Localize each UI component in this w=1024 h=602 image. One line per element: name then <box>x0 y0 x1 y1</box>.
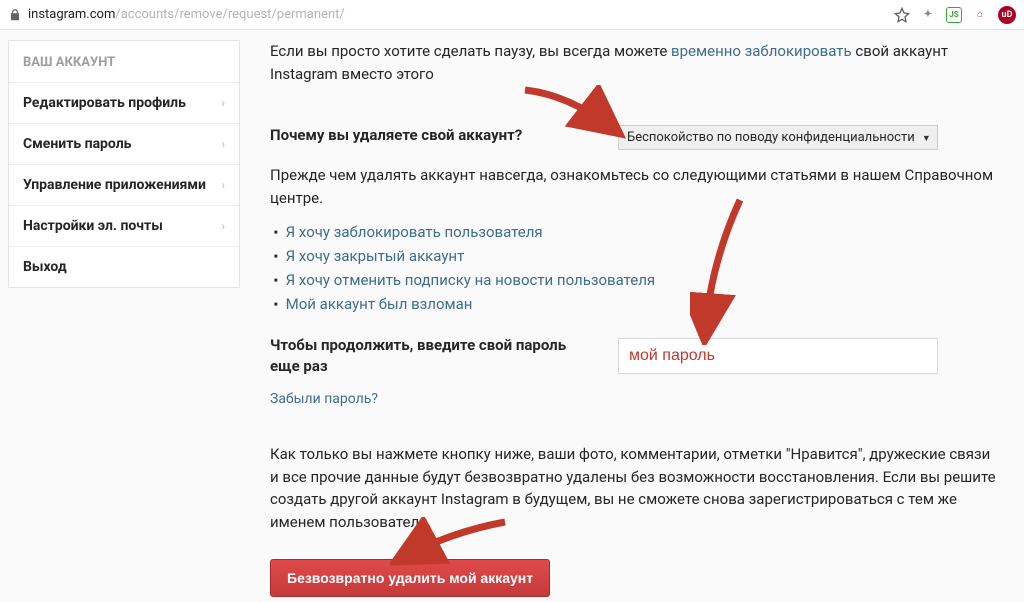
help-link-item: Мой аккаунт был взломан <box>274 295 996 313</box>
extension-home-icon[interactable]: ⌂ <box>972 7 988 23</box>
chevron-right-icon: › <box>221 219 225 233</box>
help-link-unfollow[interactable]: Я хочу отменить подписку на новости поль… <box>286 271 656 289</box>
sidebar-header: ВАШ АККАУНТ <box>9 41 239 83</box>
url-path: /accounts/remove/request/permanent/ <box>115 7 344 22</box>
lock-icon <box>8 8 22 22</box>
help-link-hacked[interactable]: Мой аккаунт был взломан <box>286 295 473 313</box>
chevron-right-icon: › <box>221 137 225 151</box>
extension-plus-icon[interactable]: ✦ <box>920 7 936 23</box>
chevron-right-icon: › <box>221 96 225 110</box>
sidebar-item-change-password[interactable]: Сменить пароль › <box>9 124 239 165</box>
help-link-block-user[interactable]: Я хочу заблокировать пользователя <box>286 223 543 241</box>
reason-selected-value: Беспокойство по поводу конфиденциальност… <box>627 130 915 145</box>
help-link-item: Я хочу заблокировать пользователя <box>274 223 996 241</box>
help-links-list: Я хочу заблокировать пользователя Я хочу… <box>270 223 996 313</box>
bookmark-star-icon[interactable] <box>894 7 910 23</box>
extension-ublock-icon[interactable]: uD <box>998 6 1016 24</box>
extension-js-icon[interactable]: JS <box>946 7 962 23</box>
intro-text: Если вы просто хотите сделать паузу, вы … <box>270 40 996 85</box>
help-link-private-account[interactable]: Я хочу закрытый аккаунт <box>286 247 465 265</box>
warning-text: Как только вы нажмете кнопку ниже, ваши … <box>270 443 996 533</box>
pre-delete-text: Прежде чем удалять аккаунт навсегда, озн… <box>270 164 996 209</box>
reason-select[interactable]: Беспокойство по поводу конфиденциальност… <box>618 125 938 150</box>
password-label: Чтобы продолжить, введите свой пароль ещ… <box>270 335 590 377</box>
sidebar-item-label: Выход <box>23 259 67 275</box>
sidebar-item-label: Редактировать профиль <box>23 95 186 111</box>
page-body: ВАШ АККАУНТ Редактировать профиль › Смен… <box>0 30 1024 602</box>
sidebar-item-logout[interactable]: Выход <box>9 247 239 287</box>
url-display[interactable]: instagram.com/accounts/remove/request/pe… <box>28 7 888 22</box>
account-sidebar: ВАШ АККАУНТ Редактировать профиль › Смен… <box>8 40 240 288</box>
sidebar-item-label: Сменить пароль <box>23 136 132 152</box>
help-link-item: Я хочу закрытый аккаунт <box>274 247 996 265</box>
browser-address-bar: instagram.com/accounts/remove/request/pe… <box>0 0 1024 30</box>
help-link-item: Я хочу отменить подписку на новости поль… <box>274 271 996 289</box>
reason-label: Почему вы удаляете свой аккаунт? <box>270 125 590 146</box>
delete-account-button[interactable]: Безвозвратно удалить мой аккаунт <box>270 559 550 597</box>
sidebar-item-edit-profile[interactable]: Редактировать профиль › <box>9 83 239 124</box>
intro-pre: Если вы просто хотите сделать паузу, вы … <box>270 42 671 60</box>
main-content: Если вы просто хотите сделать паузу, вы … <box>270 40 1016 602</box>
browser-action-icons: ✦ JS ⌂ uD <box>894 6 1016 24</box>
sidebar-item-email-settings[interactable]: Настройки эл. почты › <box>9 206 239 247</box>
reason-row: Почему вы удаляете свой аккаунт? Беспоко… <box>270 125 996 150</box>
password-input[interactable] <box>618 338 938 374</box>
forgot-password-wrapper: Забыли пароль? <box>270 391 996 407</box>
sidebar-item-label: Настройки эл. почты <box>23 218 163 234</box>
url-host: instagram.com <box>28 7 115 22</box>
sidebar-item-label: Управление приложениями <box>23 177 206 193</box>
temporarily-disable-link[interactable]: временно заблокировать <box>671 42 852 60</box>
delete-button-row: Безвозвратно удалить мой аккаунт <box>270 559 996 597</box>
sidebar-item-manage-apps[interactable]: Управление приложениями › <box>9 165 239 206</box>
forgot-password-link[interactable]: Забыли пароль? <box>270 391 378 407</box>
password-row: Чтобы продолжить, введите свой пароль ещ… <box>270 335 996 377</box>
chevron-right-icon: › <box>221 178 225 192</box>
